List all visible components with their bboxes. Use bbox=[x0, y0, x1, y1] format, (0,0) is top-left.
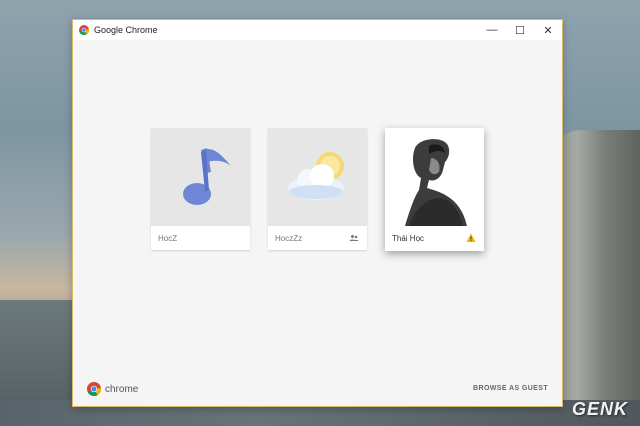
profile-list: HocZ HoczZz Thái Học bbox=[151, 128, 502, 251]
profile-card-hocz[interactable]: HocZ bbox=[151, 128, 250, 250]
background-cliff bbox=[550, 130, 640, 426]
chrome-icon bbox=[79, 25, 89, 35]
browse-as-guest-button[interactable]: BROWSE AS GUEST bbox=[473, 385, 548, 392]
profile-avatar bbox=[151, 128, 250, 226]
chrome-profile-window: Google Chrome — ☐ ✕ HocZ HoczZz Thái Học… bbox=[72, 19, 563, 407]
chrome-wordmark: chrome bbox=[105, 383, 139, 395]
warning-icon bbox=[466, 233, 476, 242]
cloud-sun-icon bbox=[288, 152, 344, 200]
user-photo bbox=[385, 128, 484, 226]
chrome-logo: chrome bbox=[87, 382, 138, 396]
profile-card-hoczzz[interactable]: HoczZz bbox=[268, 128, 367, 250]
maximize-button[interactable]: ☐ bbox=[506, 20, 534, 40]
chrome-icon bbox=[87, 382, 101, 396]
title-bar[interactable]: Google Chrome — ☐ ✕ bbox=[73, 20, 562, 40]
window-title: Google Chrome bbox=[94, 25, 158, 35]
profile-avatar bbox=[385, 128, 484, 226]
window-controls: — ☐ ✕ bbox=[478, 20, 562, 40]
close-button[interactable]: ✕ bbox=[534, 20, 562, 40]
profile-name: Thái Học bbox=[392, 234, 425, 243]
profile-name: HoczZz bbox=[275, 234, 303, 243]
watermark-logo: GENK bbox=[571, 399, 628, 419]
profile-avatar bbox=[268, 128, 367, 226]
minimize-button[interactable]: — bbox=[478, 20, 506, 40]
profile-name: HocZ bbox=[158, 234, 178, 243]
profile-card-thai-hoc[interactable]: Thái Học bbox=[385, 128, 484, 251]
supervised-user-icon bbox=[349, 235, 359, 241]
music-note-icon bbox=[183, 148, 231, 205]
